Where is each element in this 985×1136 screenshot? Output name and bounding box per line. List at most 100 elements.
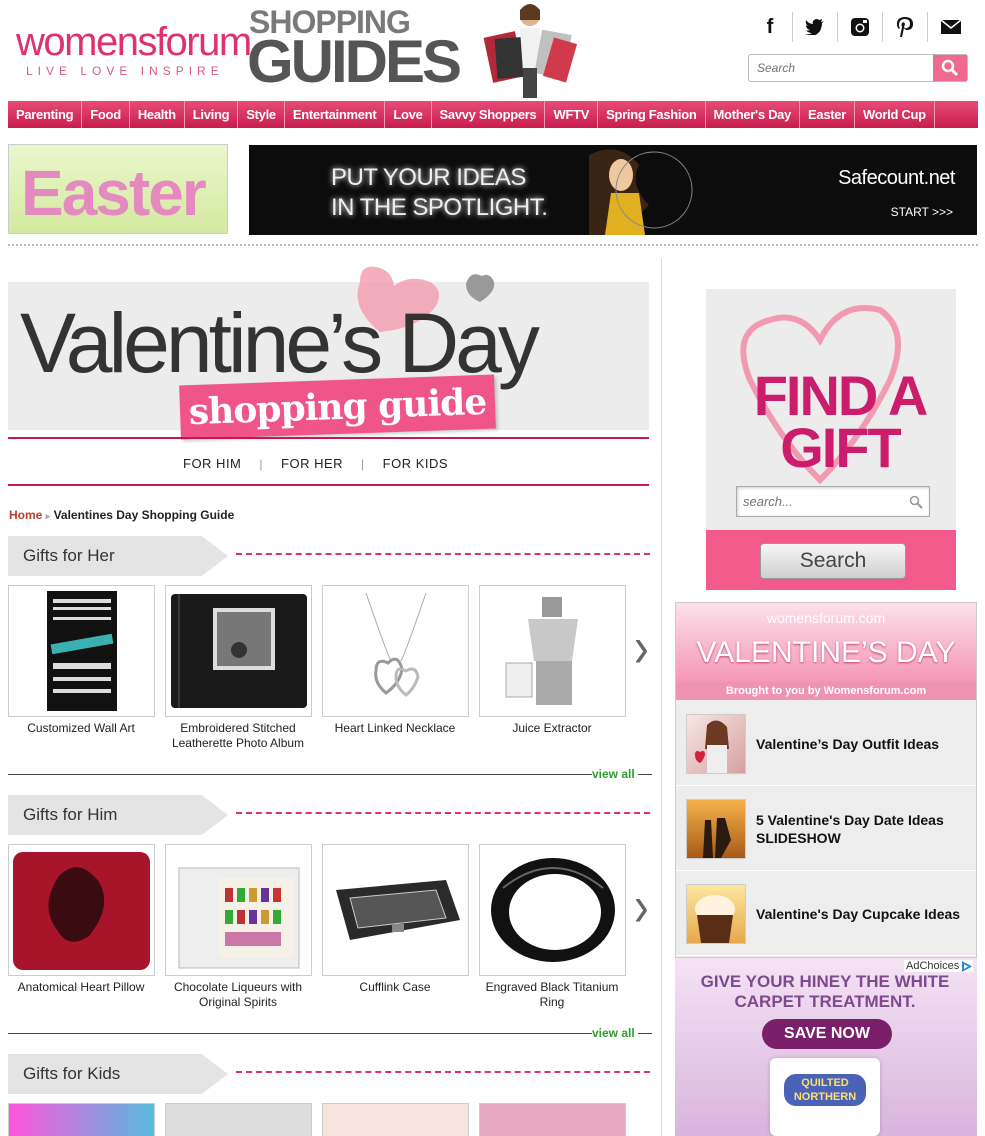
ad-headline: GIVE YOUR HINEY THE WHITE CARPET TREATME…	[700, 972, 950, 1011]
product-name[interactable]: Customized Wall Art	[6, 721, 156, 736]
site-search-input[interactable]	[749, 55, 933, 81]
breadcrumb-home[interactable]: Home	[9, 508, 42, 522]
nav-item-savvy-shoppers[interactable]: Savvy Shoppers	[432, 101, 546, 128]
nav-item-style[interactable]: Style	[238, 101, 285, 128]
logo-tagline: LIVE LOVE INSPIRE	[26, 64, 224, 78]
view-all-rule	[638, 774, 652, 775]
product-thumb[interactable]	[8, 1103, 155, 1136]
product-thumb[interactable]	[165, 844, 312, 976]
section-dash	[236, 1071, 650, 1073]
tab-for-kids[interactable]: FOR KIDS	[365, 456, 466, 471]
breadcrumb-current: Valentines Day Shopping Guide	[53, 508, 235, 522]
nav-item-love[interactable]: Love	[385, 101, 432, 128]
instagram-icon[interactable]	[838, 12, 883, 42]
product-thumb[interactable]	[8, 585, 155, 717]
product-thumb[interactable]	[322, 585, 469, 717]
product-name[interactable]: Engraved Black Titanium Ring	[477, 980, 627, 1010]
spotlight-ad-brand: Safecount.net	[838, 167, 955, 189]
section-dash	[236, 553, 650, 555]
next-arrow-icon[interactable]: ›	[634, 619, 654, 682]
valentines-article[interactable]: Valentine’s Day Outfit Ideas	[676, 702, 976, 786]
adchoices-icon[interactable]	[960, 960, 974, 973]
easter-banner-text: Easter	[21, 157, 207, 229]
section-dash	[236, 812, 650, 814]
product-thumb[interactable]	[322, 1103, 469, 1136]
pinterest-icon[interactable]	[883, 12, 928, 42]
product-thumb[interactable]	[322, 844, 469, 976]
product-name[interactable]: Cufflink Case	[320, 980, 470, 995]
product-name[interactable]: Anatomical Heart Pillow	[6, 980, 156, 995]
nav-item-parenting[interactable]: Parenting	[8, 101, 83, 128]
site-logo[interactable]: womensforum LIVE LOVE INSPIRE	[16, 20, 252, 82]
tab-for-him[interactable]: FOR HIM	[165, 456, 259, 471]
breadcrumb: Home ▸ Valentines Day Shopping Guide	[9, 508, 234, 522]
ad-save-now-button[interactable]: SAVE NOW	[762, 1019, 892, 1049]
email-icon[interactable]	[928, 12, 973, 42]
valentines-panel-title: VALENTINE’S DAY	[696, 636, 956, 669]
product-thumb[interactable]	[479, 1103, 626, 1136]
view-all-rule	[8, 1033, 592, 1034]
view-all-rule	[8, 774, 592, 775]
nav-item-mothers-day[interactable]: Mother's Day	[706, 101, 801, 128]
column-divider	[661, 258, 662, 1136]
article-title: Valentine’s Day Outfit Ideas	[756, 735, 940, 752]
nav-item-wftv[interactable]: WFTV	[545, 101, 599, 128]
nav-item-living[interactable]: Living	[185, 101, 239, 128]
product-name[interactable]: Embroidered Stitched Leatherette Photo A…	[163, 721, 313, 751]
social-links: f	[748, 12, 973, 42]
logo-word: womensforum	[16, 20, 252, 64]
section-title-him: Gifts for Him	[8, 795, 228, 835]
tab-for-her[interactable]: FOR HER	[263, 456, 361, 471]
search-icon[interactable]	[909, 495, 923, 509]
product-name[interactable]: Juice Extractor	[477, 721, 627, 736]
article-thumb	[686, 883, 746, 944]
nav-item-spring-fashion[interactable]: Spring Fashion	[598, 101, 706, 128]
product-name[interactable]: Heart Linked Necklace	[320, 721, 470, 736]
gift-search-input[interactable]	[737, 487, 907, 516]
nav-item-easter[interactable]: Easter	[800, 101, 855, 128]
dotted-divider	[8, 244, 978, 246]
easter-banner[interactable]: Easter	[8, 144, 228, 234]
article-thumb	[686, 713, 746, 774]
nav-item-world-cup[interactable]: World Cup	[855, 101, 935, 128]
view-all-link-her[interactable]: view all	[592, 767, 635, 781]
gift-search-button[interactable]: Search	[760, 543, 906, 579]
hero-rule-bottom	[8, 484, 649, 486]
facebook-icon[interactable]: f	[748, 12, 793, 42]
article-title: Valentine's Day Cupcake Ideas	[756, 905, 961, 922]
product-thumb[interactable]	[479, 585, 626, 717]
valentines-panel-site: womensforum.com	[766, 610, 886, 626]
product-name[interactable]: Chocolate Liqueurs with Original Spirits	[163, 980, 313, 1010]
shopper-image	[468, 0, 580, 98]
valentines-article[interactable]: Valentine's Day Cupcake Ideas	[676, 872, 976, 956]
article-thumb	[686, 798, 746, 859]
view-all-link-him[interactable]: view all	[592, 1026, 635, 1040]
product-thumb[interactable]	[165, 1103, 312, 1136]
hero-subtitle: shopping guide	[179, 374, 496, 440]
nav-item-health[interactable]: Health	[130, 101, 185, 128]
nav-item-entertainment[interactable]: Entertainment	[285, 101, 386, 128]
search-icon	[941, 59, 959, 77]
site-search-button[interactable]	[933, 55, 967, 81]
next-arrow-icon[interactable]: ›	[634, 878, 654, 941]
hero-title: Valentine’s Day	[20, 296, 540, 390]
ad-product-image: QUILTED NORTHERN	[770, 1058, 880, 1136]
find-gift-title: FIND A GIFT	[753, 364, 929, 479]
spotlight-woman-image	[589, 149, 693, 235]
article-title: 5 Valentine's Day Date Ideas SLIDESHOW	[756, 811, 944, 846]
hero-rule-top	[8, 437, 649, 439]
spotlight-ad-text: PUT YOUR IDEAS IN THE SPOTLIGHT.	[331, 164, 548, 221]
product-thumb[interactable]	[165, 585, 312, 717]
nav-item-food[interactable]: Food	[82, 101, 130, 128]
spotlight-ad-banner[interactable]: PUT YOUR IDEAS IN THE SPOTLIGHT. Safecou…	[249, 145, 977, 235]
section-title-her: Gifts for Her	[8, 536, 228, 576]
product-thumb[interactable]	[8, 844, 155, 976]
valentines-article[interactable]: 5 Valentine's Day Date Ideas SLIDESHOW	[676, 787, 976, 871]
spotlight-ad-start[interactable]: START >>>	[891, 205, 953, 219]
main-nav: Parenting Food Health Living Style Enter…	[8, 101, 978, 128]
valentines-panel-byline: Brought to you by Womensforum.com	[676, 682, 976, 700]
twitter-icon[interactable]	[793, 12, 838, 42]
ad-product-label: QUILTED NORTHERN	[784, 1074, 866, 1106]
product-thumb[interactable]	[479, 844, 626, 976]
view-all-rule	[638, 1033, 652, 1034]
